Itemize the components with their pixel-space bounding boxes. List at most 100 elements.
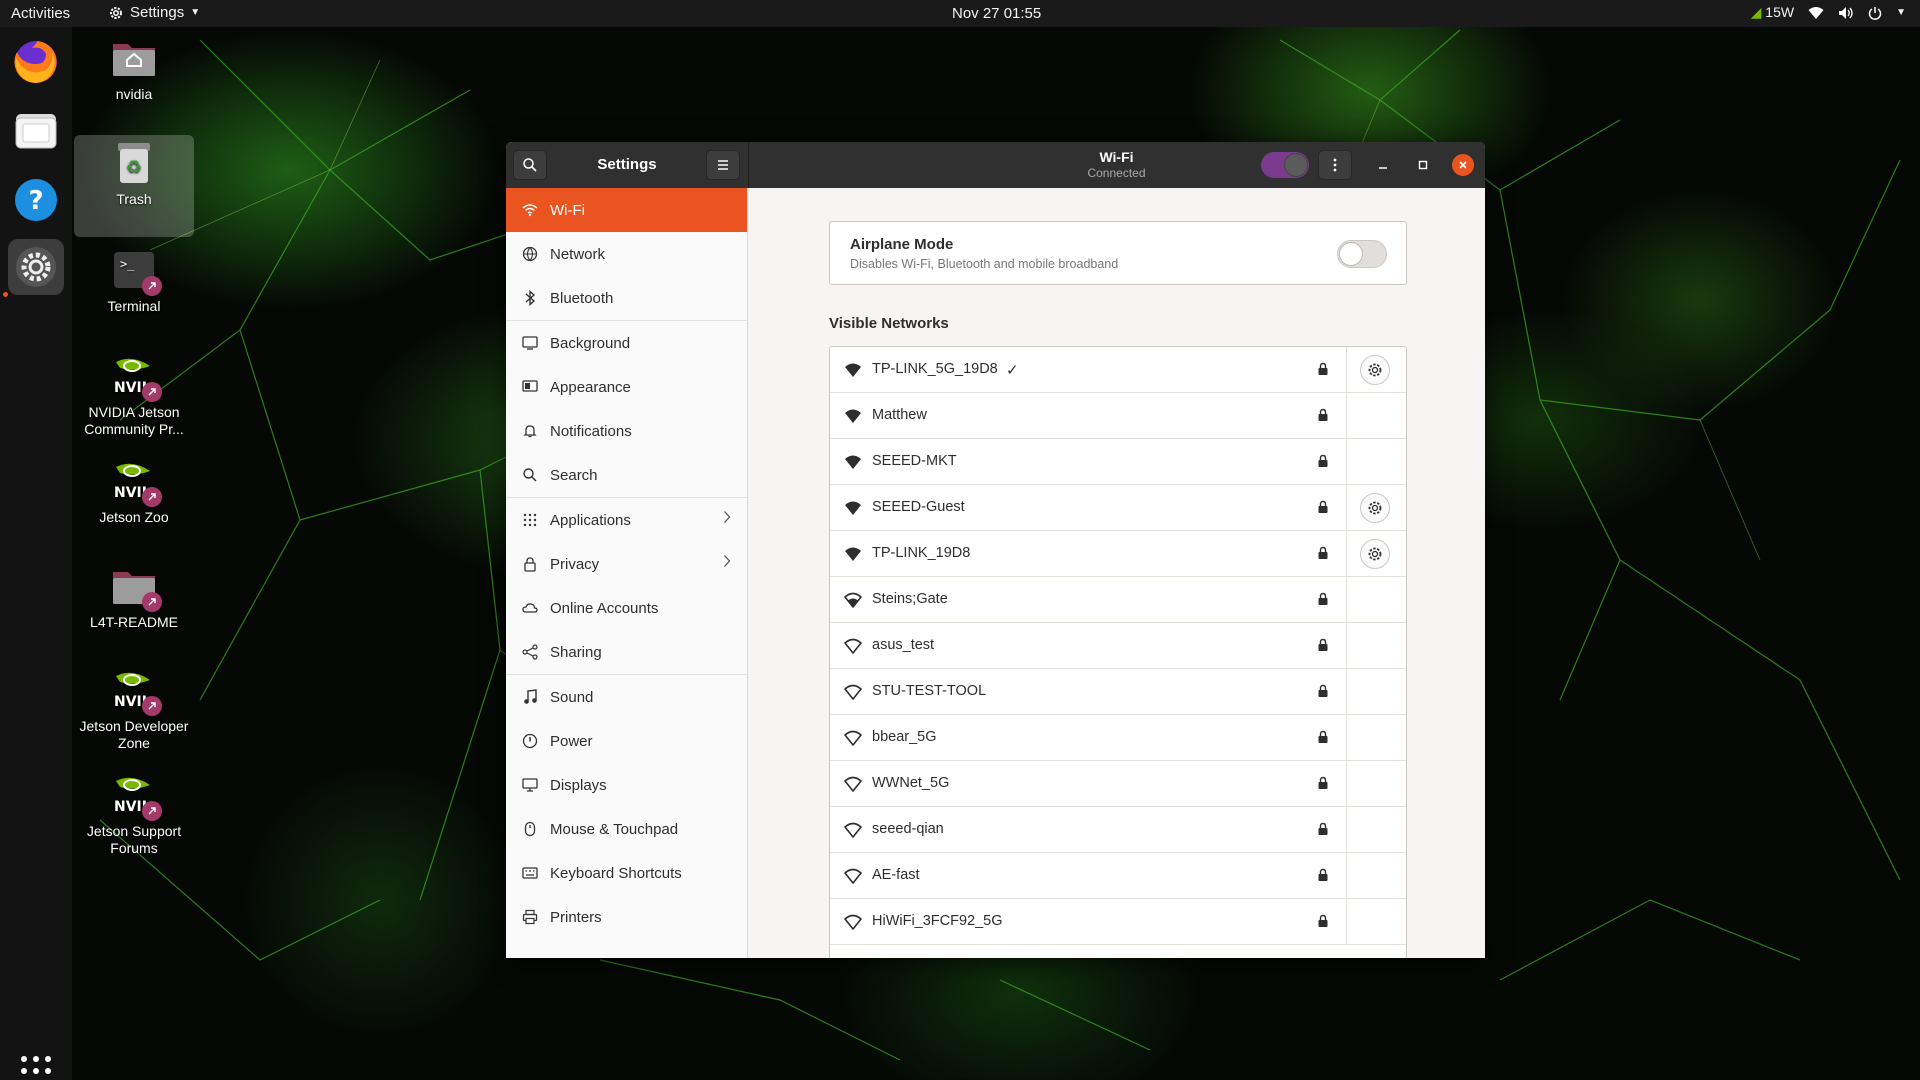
network-row[interactable]: STU-TEST-TOOL <box>830 669 1406 715</box>
desktop-icon-jetson-developer-zone[interactable]: NVIL Jetson Developer Zone <box>74 666 194 752</box>
dock-files[interactable] <box>8 103 64 159</box>
network-row[interactable]: bbear_5G <box>830 715 1406 761</box>
sidebar-item-wifi[interactable]: Wi-Fi <box>506 188 747 232</box>
desktop-icon-jetson-support-forums[interactable]: NVIL Jetson Support Forums <box>74 771 194 857</box>
shortcut-arrow-icon <box>142 801 162 821</box>
dock-firefox[interactable] <box>8 34 64 90</box>
network-ssid: STU-TEST-TOOL <box>872 683 987 699</box>
system-tray[interactable]: ◢ 15W ▼ <box>1751 4 1906 21</box>
sidebar-item-label: Sound <box>550 688 594 706</box>
lock-icon <box>524 557 536 572</box>
sidebar-item-sound[interactable]: Sound <box>506 675 747 719</box>
svg-text:>_: >_ <box>120 257 135 271</box>
maximize-button[interactable] <box>1412 154 1434 176</box>
desktop-icon-l4t-readme[interactable]: L4T-README <box>74 562 194 630</box>
close-icon <box>1459 161 1467 169</box>
sidebar-item-displays[interactable]: Displays <box>506 763 747 807</box>
row-separator <box>1346 807 1347 853</box>
sidebar-item-keyboard-shortcuts[interactable]: Keyboard Shortcuts <box>506 851 747 895</box>
trash-icon: ♻ <box>118 143 150 183</box>
wifi-status-icon <box>1808 6 1824 19</box>
settings-icon <box>16 247 56 287</box>
dock: ? <box>0 27 72 1080</box>
wifi-signal-weak-icon <box>844 822 862 838</box>
sidebar-item-online-accounts[interactable]: Online Accounts <box>506 586 747 630</box>
network-row[interactable]: Matthew <box>830 393 1406 439</box>
network-row[interactable]: WWNet_5G <box>830 761 1406 807</box>
dock-settings[interactable] <box>8 239 64 295</box>
network-row[interactable]: Steins;Gate <box>830 577 1406 623</box>
sidebar-item-mouse-touchpad[interactable]: Mouse & Touchpad <box>506 807 747 851</box>
power-icon <box>522 733 538 749</box>
chevron-down-icon: ▼ <box>190 7 201 18</box>
sidebar-item-applications[interactable]: Applications <box>506 498 747 542</box>
airplane-mode-description: Disables Wi-Fi, Bluetooth and mobile bro… <box>850 257 1119 271</box>
wifi-signal-weak-icon <box>844 868 862 884</box>
wifi-signal-weak-icon <box>844 638 862 654</box>
minimize-icon <box>1379 167 1387 169</box>
appearance-icon <box>522 380 538 392</box>
sidebar-item-label: Mouse & Touchpad <box>550 820 679 838</box>
lock-icon <box>1318 362 1328 375</box>
network-row[interactable]: TP-LINK_19D8 <box>830 531 1406 577</box>
home-folder-icon <box>113 44 155 76</box>
network-settings-button[interactable] <box>1360 539 1390 569</box>
sidebar-item-sharing[interactable]: Sharing <box>506 630 747 674</box>
sidebar-item-search[interactable]: Search <box>506 453 747 497</box>
network-row[interactable]: AE-fast <box>830 853 1406 899</box>
dock-help[interactable]: ? <box>8 172 64 228</box>
desktop-icon-jetson-community[interactable]: NVIL NVIDIA Jetson Community Pr... <box>74 352 194 438</box>
activities-button[interactable]: Activities <box>11 5 70 22</box>
lock-icon <box>1318 684 1328 697</box>
app-menu-label: Settings <box>130 4 185 21</box>
wifi-signal-medium-icon <box>844 592 862 608</box>
sidebar-item-bluetooth[interactable]: Bluetooth <box>506 276 747 320</box>
network-row[interactable]: TP-LINK_5G_19D8 ✓ <box>830 347 1406 393</box>
sidebar-item-appearance[interactable]: Appearance <box>506 365 747 409</box>
desktop-icon-jetson-zoo[interactable]: NVIL Jetson Zoo <box>74 457 194 525</box>
airplane-mode-title: Airplane Mode <box>850 236 954 253</box>
desktop-icon-home[interactable]: nvidia <box>74 34 194 102</box>
wifi-signal-weak-icon <box>844 684 862 700</box>
sidebar-item-label: Notifications <box>550 422 632 440</box>
wifi-toggle[interactable] <box>1261 152 1309 178</box>
sidebar-item-label: Background <box>550 334 631 352</box>
shortcut-arrow-icon <box>142 487 162 507</box>
row-separator <box>1346 853 1347 899</box>
close-button[interactable] <box>1452 154 1474 176</box>
network-row[interactable]: SEEED-Guest <box>830 485 1406 531</box>
sidebar-item-printers[interactable]: Printers <box>506 895 747 939</box>
wifi-page: Airplane Mode Disables Wi-Fi, Bluetooth … <box>748 188 1485 958</box>
mouse-icon <box>524 821 536 837</box>
sidebar-item-privacy[interactable]: Privacy <box>506 542 747 586</box>
show-applications-button[interactable] <box>21 1056 51 1080</box>
shortcut-arrow-icon <box>142 696 162 716</box>
gear-icon <box>1368 547 1382 561</box>
wifi-signal-full-icon <box>845 547 861 561</box>
wifi-options-menu-button[interactable] <box>1318 150 1352 180</box>
desktop-icon-terminal[interactable]: >_ Terminal <box>74 246 194 314</box>
airplane-mode-switch[interactable] <box>1337 240 1387 268</box>
nvidia-power-mode[interactable]: ◢ 15W <box>1751 4 1794 21</box>
clock[interactable]: Nov 27 01:55 <box>952 5 1041 22</box>
app-menu[interactable]: Settings ▼ <box>108 4 200 21</box>
network-row[interactable]: asus_test <box>830 623 1406 669</box>
desktop-icon-label: L4T-README <box>90 614 178 630</box>
network-settings-button[interactable] <box>1360 355 1390 385</box>
desktop-icon-trash[interactable]: ♻ Trash <box>74 135 194 237</box>
row-separator <box>1346 761 1347 807</box>
network-row[interactable]: seeed-qian <box>830 807 1406 853</box>
sidebar-item-network[interactable]: Network <box>506 232 747 276</box>
wifi-signal-full-icon <box>845 455 861 469</box>
primary-menu-button[interactable] <box>706 150 740 180</box>
network-list: TP-LINK_5G_19D8 ✓ Matthew SEEED-MKT SEEED-Gu… <box>829 346 1407 958</box>
sidebar-item-background[interactable]: Background <box>506 321 747 365</box>
sidebar-item-label: Wi-Fi <box>550 201 585 219</box>
network-settings-button[interactable] <box>1360 493 1390 523</box>
sidebar-item-power[interactable]: Power <box>506 719 747 763</box>
network-row[interactable]: HiWiFi_3FCF92_5G <box>830 899 1406 945</box>
network-row[interactable]: SEEED-MKT <box>830 439 1406 485</box>
desktop-icon-label: Terminal <box>107 298 161 314</box>
minimize-button[interactable] <box>1372 154 1394 176</box>
sidebar-item-notifications[interactable]: Notifications <box>506 409 747 453</box>
